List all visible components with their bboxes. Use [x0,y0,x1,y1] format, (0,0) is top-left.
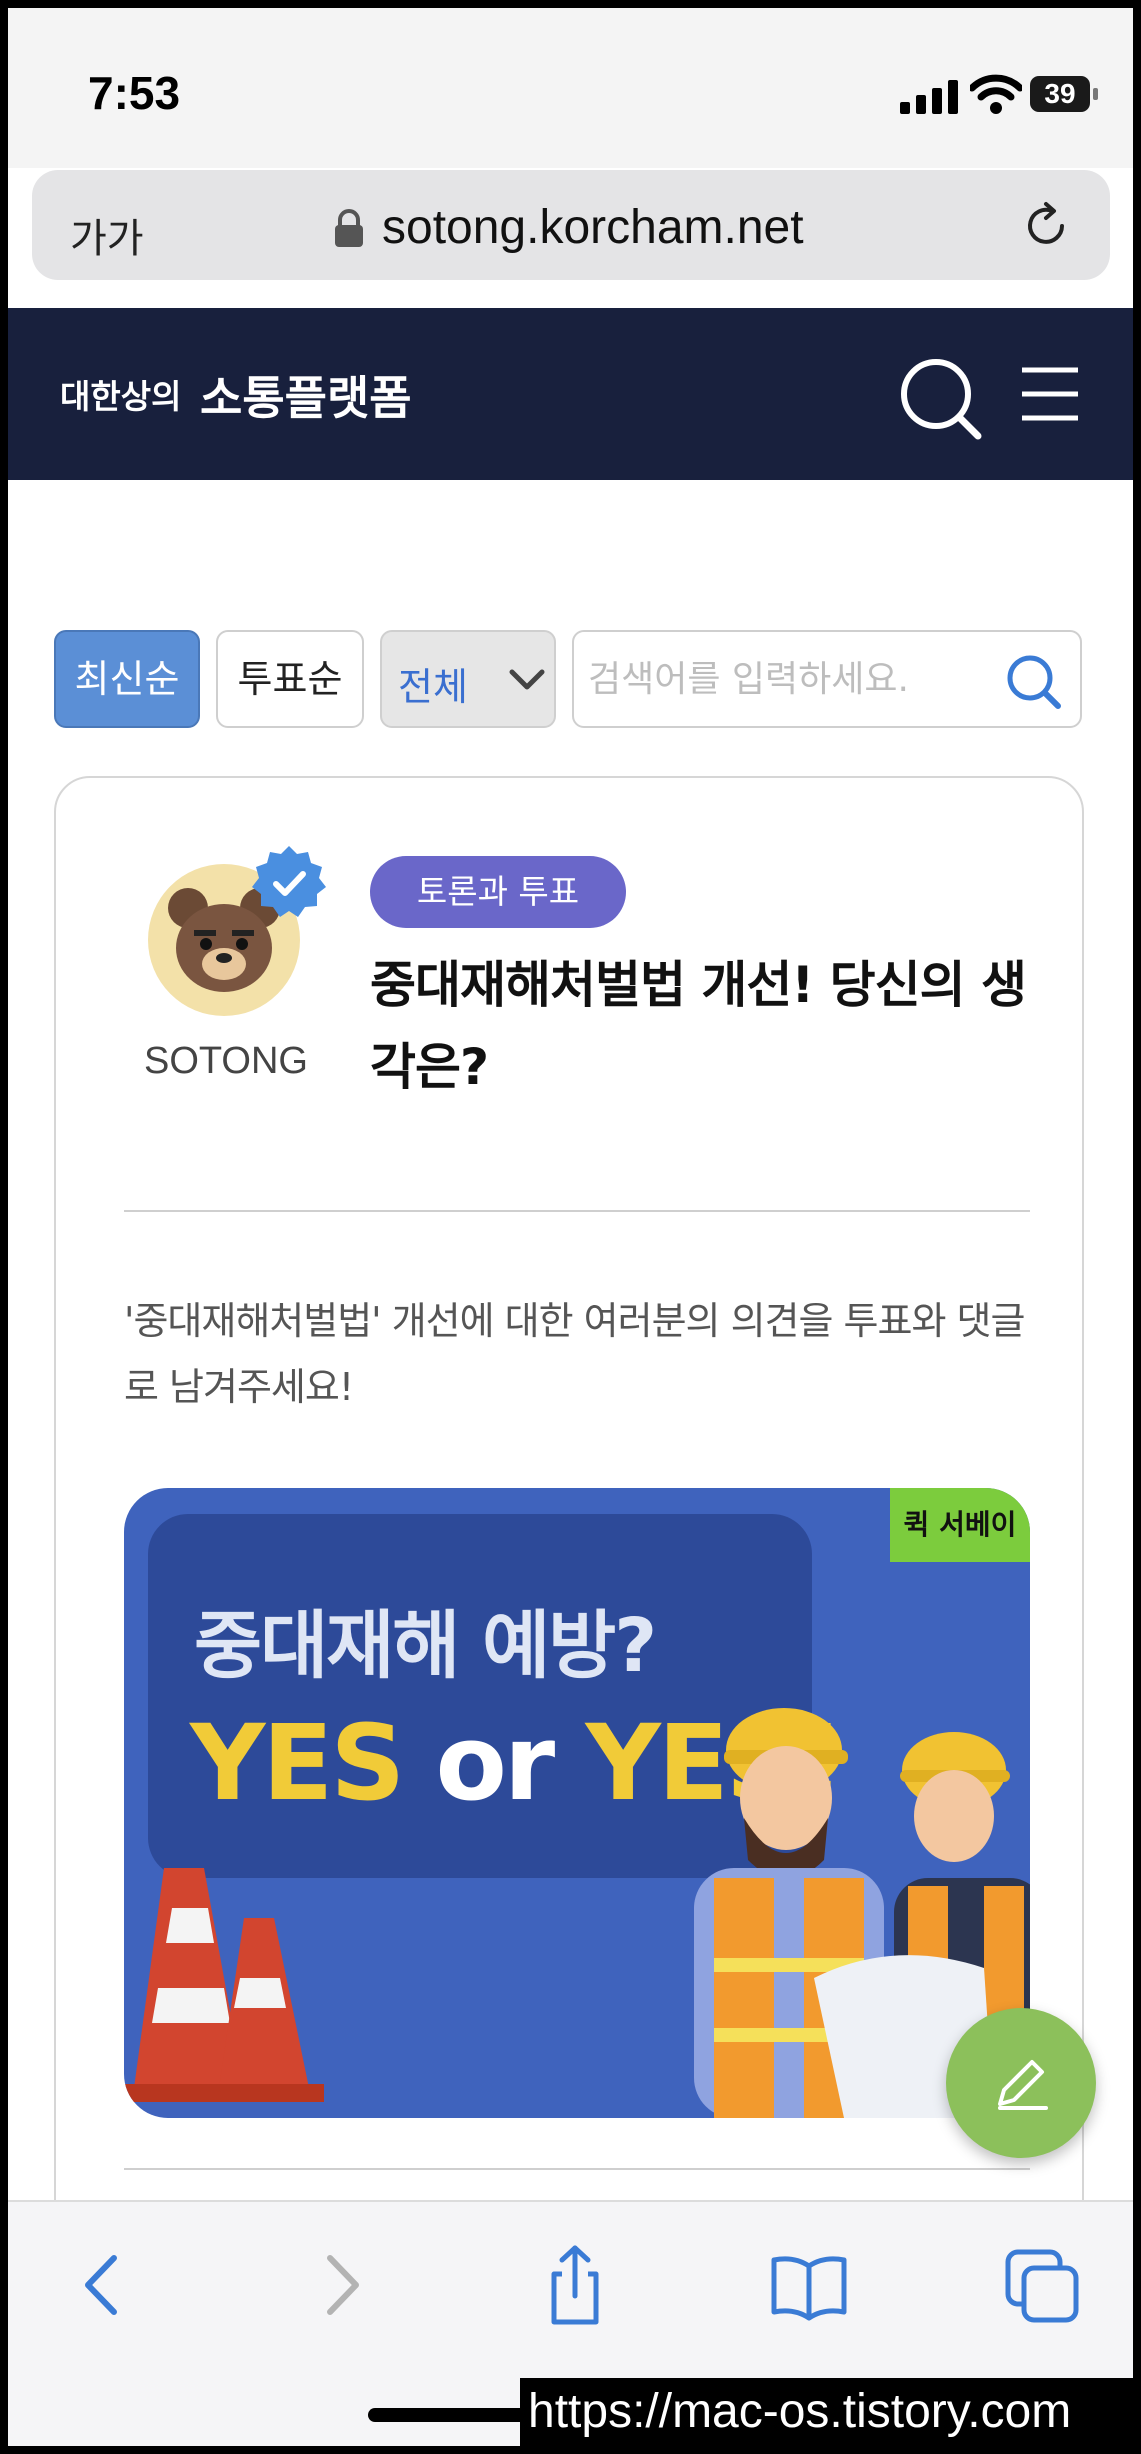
forward-icon[interactable] [298,2240,388,2330]
verified-badge-icon [252,846,326,917]
site-header: 대한상의 소통플랫폼 [8,308,1133,480]
reload-icon[interactable] [1018,198,1074,254]
category-select[interactable]: 전체 [380,630,556,728]
tabs-icon[interactable] [998,2240,1088,2330]
status-time: 7:53 [88,67,181,119]
post-card[interactable]: SOTONG 토론과 투표 중대재해처벌법 개선! 당신의 생각은? '중대재해… [54,776,1084,2446]
phone-screen: 7:53 39 가가 sotong.korcham.net 대한상의 소통플랫폼… [8,8,1133,2446]
sort-votes-button[interactable]: 투표순 [216,630,364,728]
search-input[interactable] [588,646,988,712]
post-author: SOTONG [144,1040,308,1082]
construction-workers-illustration [124,1708,1030,2118]
brand-name-small[interactable]: 대한상의 [60,370,181,418]
wifi-icon [970,74,1022,114]
category-selected-value: 전체 [398,665,468,709]
post-title[interactable]: 중대재해처벌법 개선! 당신의 생각은? [370,944,1050,1108]
brand-name-large[interactable]: 소통플랫폼 [200,362,412,428]
cellular-signal-icon [900,80,958,114]
search-submit-icon[interactable] [1004,652,1064,712]
post-banner-image[interactable]: 중대재해 예방? YES or YES! 퀵 서베이 [124,1488,1030,2118]
category-badge: 토론과 투표 [370,856,626,928]
address-bar[interactable]: 가가 sotong.korcham.net [32,170,1110,280]
battery-indicator: 39 [1030,76,1090,112]
bookmarks-icon[interactable] [764,2240,854,2330]
search-icon[interactable] [898,356,984,442]
url-text[interactable]: sotong.korcham.net [382,200,804,255]
status-bar: 7:53 39 가가 sotong.korcham.net [8,8,1133,280]
page-settings-button[interactable]: 가가 [70,206,144,264]
lock-icon [335,209,363,247]
watermark: https://mac-os.tistory.com [520,2378,1133,2446]
divider [124,2168,1030,2170]
chevron-down-icon [509,669,545,690]
write-post-button[interactable] [946,2008,1096,2158]
search-box [572,630,1082,728]
hamburger-menu-icon[interactable] [1018,366,1082,422]
post-description: '중대재해처벌법' 개선에 대한 여러분의 의견을 투표와 댓글로 남겨주세요! [124,1299,1025,1409]
share-icon[interactable] [530,2240,620,2330]
sort-latest-button[interactable]: 최신순 [54,630,200,728]
pencil-icon [998,2060,1048,2110]
divider [124,1210,1030,1212]
back-icon[interactable] [56,2240,146,2330]
battery-tip [1093,88,1098,100]
